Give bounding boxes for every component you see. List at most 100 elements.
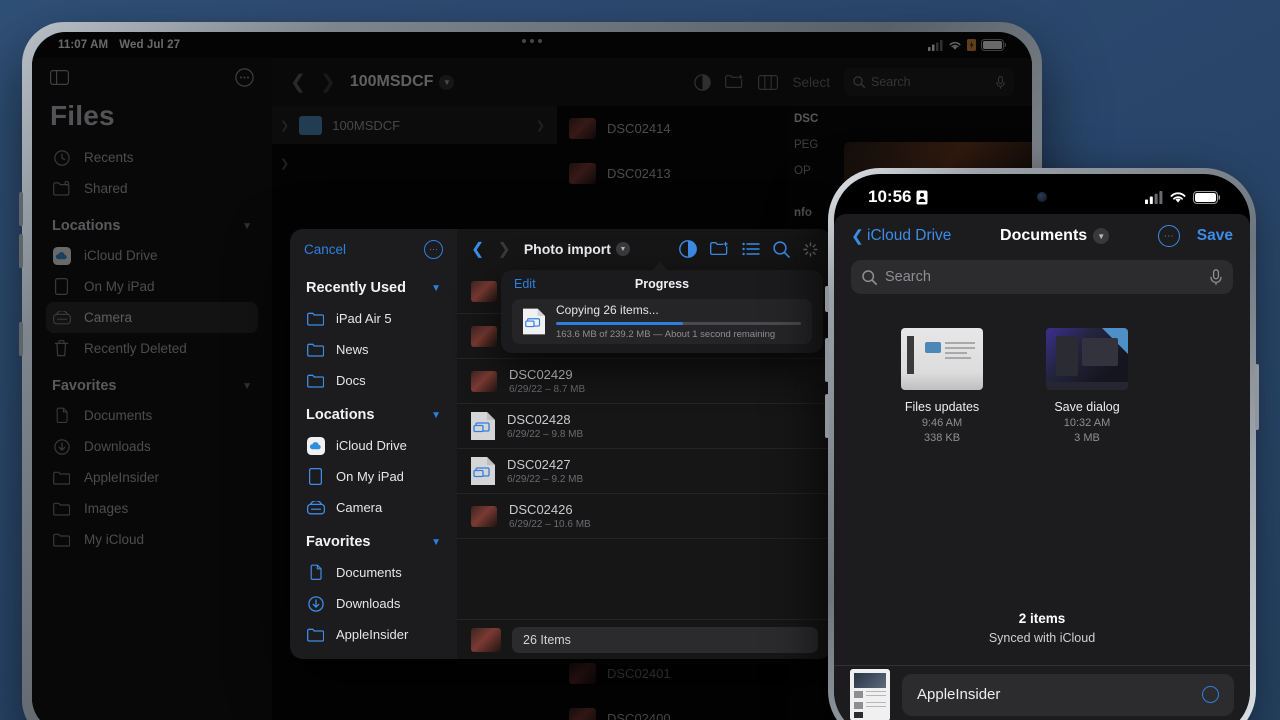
back-icon[interactable]: ❮ [290, 71, 306, 94]
chevron-down-icon[interactable]: ▼ [431, 283, 441, 294]
sidebar-item-shared[interactable]: Shared [46, 173, 258, 204]
picker-item-ipad-air-5[interactable]: iPad Air 5 [304, 303, 443, 334]
folder-row-100msdcf[interactable]: ❯ 100MSDCF ❯ [272, 106, 557, 144]
chevron-down-icon[interactable]: ▼ [431, 537, 441, 548]
picker-file-row[interactable]: DSC02429 6/29/22 – 8.7 MB [457, 359, 832, 404]
forward-icon[interactable]: ❯ [320, 71, 336, 94]
sidebar-toggle-icon[interactable] [50, 69, 69, 85]
progress-popover: Edit Progress Copying 26 items... 163.6 … [501, 270, 823, 353]
column-view-icon[interactable] [758, 74, 779, 90]
iphone-file-item[interactable]: Save dialog 10:32 AM 3 MB [1037, 328, 1137, 444]
search-icon[interactable] [773, 240, 790, 258]
iphone-volume-up-button[interactable] [825, 338, 829, 382]
picker-file-row[interactable]: DSC02426 6/29/22 – 10.6 MB [457, 494, 832, 539]
microphone-icon[interactable] [996, 75, 1005, 89]
sidebar-section-favorites[interactable]: Favorites ▼ [46, 364, 258, 400]
picker-item-label: AppleInsider [336, 627, 409, 642]
picker-item-news[interactable]: News [304, 334, 443, 365]
sidebar-item-camera[interactable]: Camera [46, 302, 258, 333]
sidebar-item-images[interactable]: Images [46, 493, 258, 524]
search-field[interactable]: Search [844, 68, 1014, 96]
progress-bar [556, 322, 801, 325]
folder-row-empty[interactable]: ❯ [272, 144, 557, 182]
chevron-down-icon[interactable]: ▼ [615, 242, 630, 256]
iphone-volume-down-button[interactable] [825, 394, 829, 438]
picker-more-icon[interactable]: ⋯ [424, 239, 443, 259]
filename-input[interactable]: AppleInsider [902, 673, 1234, 716]
picker-item-docs[interactable]: Docs [304, 365, 443, 396]
picker-item-documents[interactable]: Documents [304, 557, 443, 588]
documents-icon [306, 563, 325, 582]
file-row[interactable]: DSC02400 [557, 696, 787, 720]
ipad-volume-up-button[interactable] [19, 192, 23, 226]
picker-item-on-my-ipad[interactable]: On My iPad [304, 461, 443, 492]
picker-folder-title[interactable]: Photo import ▼ [524, 241, 630, 257]
chevron-down-icon[interactable]: ▼ [242, 381, 252, 392]
screenshot-stage: 11:07 AM Wed Jul 27 Files Recents Shared… [0, 0, 1280, 720]
ipad-side-button[interactable] [19, 322, 23, 356]
sidebar-item-downloads[interactable]: Downloads [46, 431, 258, 462]
chevron-down-icon[interactable]: ▼ [439, 74, 455, 90]
sidebar-section-locations[interactable]: Locations ▼ [46, 204, 258, 240]
progress-task-label: Copying 26 items... [556, 303, 659, 317]
wifi-icon [949, 41, 961, 50]
ipad-volume-down-button[interactable] [19, 234, 23, 268]
file-row[interactable]: DSC02414 [557, 106, 787, 151]
picker-file-row[interactable]: DSC02428 6/29/22 – 9.8 MB [457, 404, 832, 449]
iphone-more-icon[interactable]: ⋯ [1157, 225, 1180, 247]
iphone-file-item[interactable]: Files updates 9:46 AM 338 KB [892, 328, 992, 444]
sidebar-item-on-my-ipad[interactable]: On My iPad [46, 271, 258, 302]
picker-item-label: News [336, 342, 369, 357]
multitasking-handle[interactable] [522, 39, 542, 43]
file-size: 338 KB [923, 432, 961, 444]
clear-text-icon[interactable] [1202, 686, 1219, 703]
sidebar-item-icloud-drive[interactable]: iCloud Drive [46, 240, 258, 271]
file-meta: 6/29/22 – 9.8 MB [507, 429, 584, 440]
picker-item-label: Documents [336, 565, 402, 580]
chevron-down-icon[interactable]: ▼ [1093, 228, 1110, 244]
picker-item-appleinsider[interactable]: AppleInsider [304, 619, 443, 650]
new-folder-icon[interactable] [725, 74, 744, 90]
save-button[interactable]: Save [1197, 227, 1233, 245]
file-row[interactable]: DSC02413 [557, 151, 787, 196]
progress-pie-icon[interactable] [679, 240, 697, 258]
iphone-side-button[interactable] [1255, 364, 1259, 430]
back-icon[interactable]: ❮ [471, 239, 484, 259]
forward-icon[interactable]: ❯ [497, 239, 510, 259]
picker-file-row[interactable]: DSC02427 6/29/22 – 9.2 MB [457, 449, 832, 494]
picker-section-favorites[interactable]: Favorites ▼ [304, 523, 443, 557]
sidebar-item-appleinsider[interactable]: AppleInsider [46, 462, 258, 493]
select-button[interactable]: Select [792, 75, 830, 90]
list-view-icon[interactable] [742, 242, 760, 256]
picker-section-recently-used[interactable]: Recently Used ▼ [304, 269, 443, 303]
picker-section-locations[interactable]: Locations ▼ [304, 396, 443, 430]
sidebar-item-recently-deleted[interactable]: Recently Deleted [46, 333, 258, 364]
iphone-silent-switch[interactable] [825, 286, 829, 312]
sidebar-label: Shared [84, 181, 128, 196]
file-thumbnail [901, 328, 983, 390]
sidebar-item-recents[interactable]: Recents [46, 142, 258, 173]
file-meta: 6/29/22 – 8.7 MB [509, 384, 586, 395]
progress-pie-icon[interactable] [694, 73, 712, 91]
chevron-down-icon[interactable]: ▼ [242, 221, 252, 232]
current-folder-title[interactable]: 100MSDCF ▼ [350, 73, 455, 91]
file-name: DSC02428 [507, 412, 571, 427]
sidebar-item-my-icloud[interactable]: My iCloud [46, 524, 258, 555]
photo-thumbnail [569, 708, 596, 720]
iphone-page-title[interactable]: Documents ▼ [958, 227, 1150, 245]
microphone-icon[interactable] [1210, 269, 1222, 285]
new-folder-icon[interactable] [710, 241, 729, 257]
picker-item-downloads[interactable]: Downloads [304, 588, 443, 619]
cancel-button[interactable]: Cancel [304, 242, 346, 257]
items-count: 2 items [1018, 611, 1066, 626]
sidebar-item-documents[interactable]: Documents [46, 400, 258, 431]
chevron-down-icon[interactable]: ▼ [431, 410, 441, 421]
picker-item-icloud-drive[interactable]: iCloud Drive [304, 430, 443, 461]
documents-icon [52, 406, 71, 425]
iphone-search-field[interactable]: Search [851, 260, 1233, 294]
picker-item-camera[interactable]: Camera [304, 492, 443, 523]
back-button[interactable]: ❮ iCloud Drive [851, 227, 951, 246]
sidebar-more-icon[interactable] [235, 67, 254, 87]
items-count-field[interactable]: 26 Items [512, 626, 818, 653]
picker-item-label: Docs [336, 373, 366, 388]
